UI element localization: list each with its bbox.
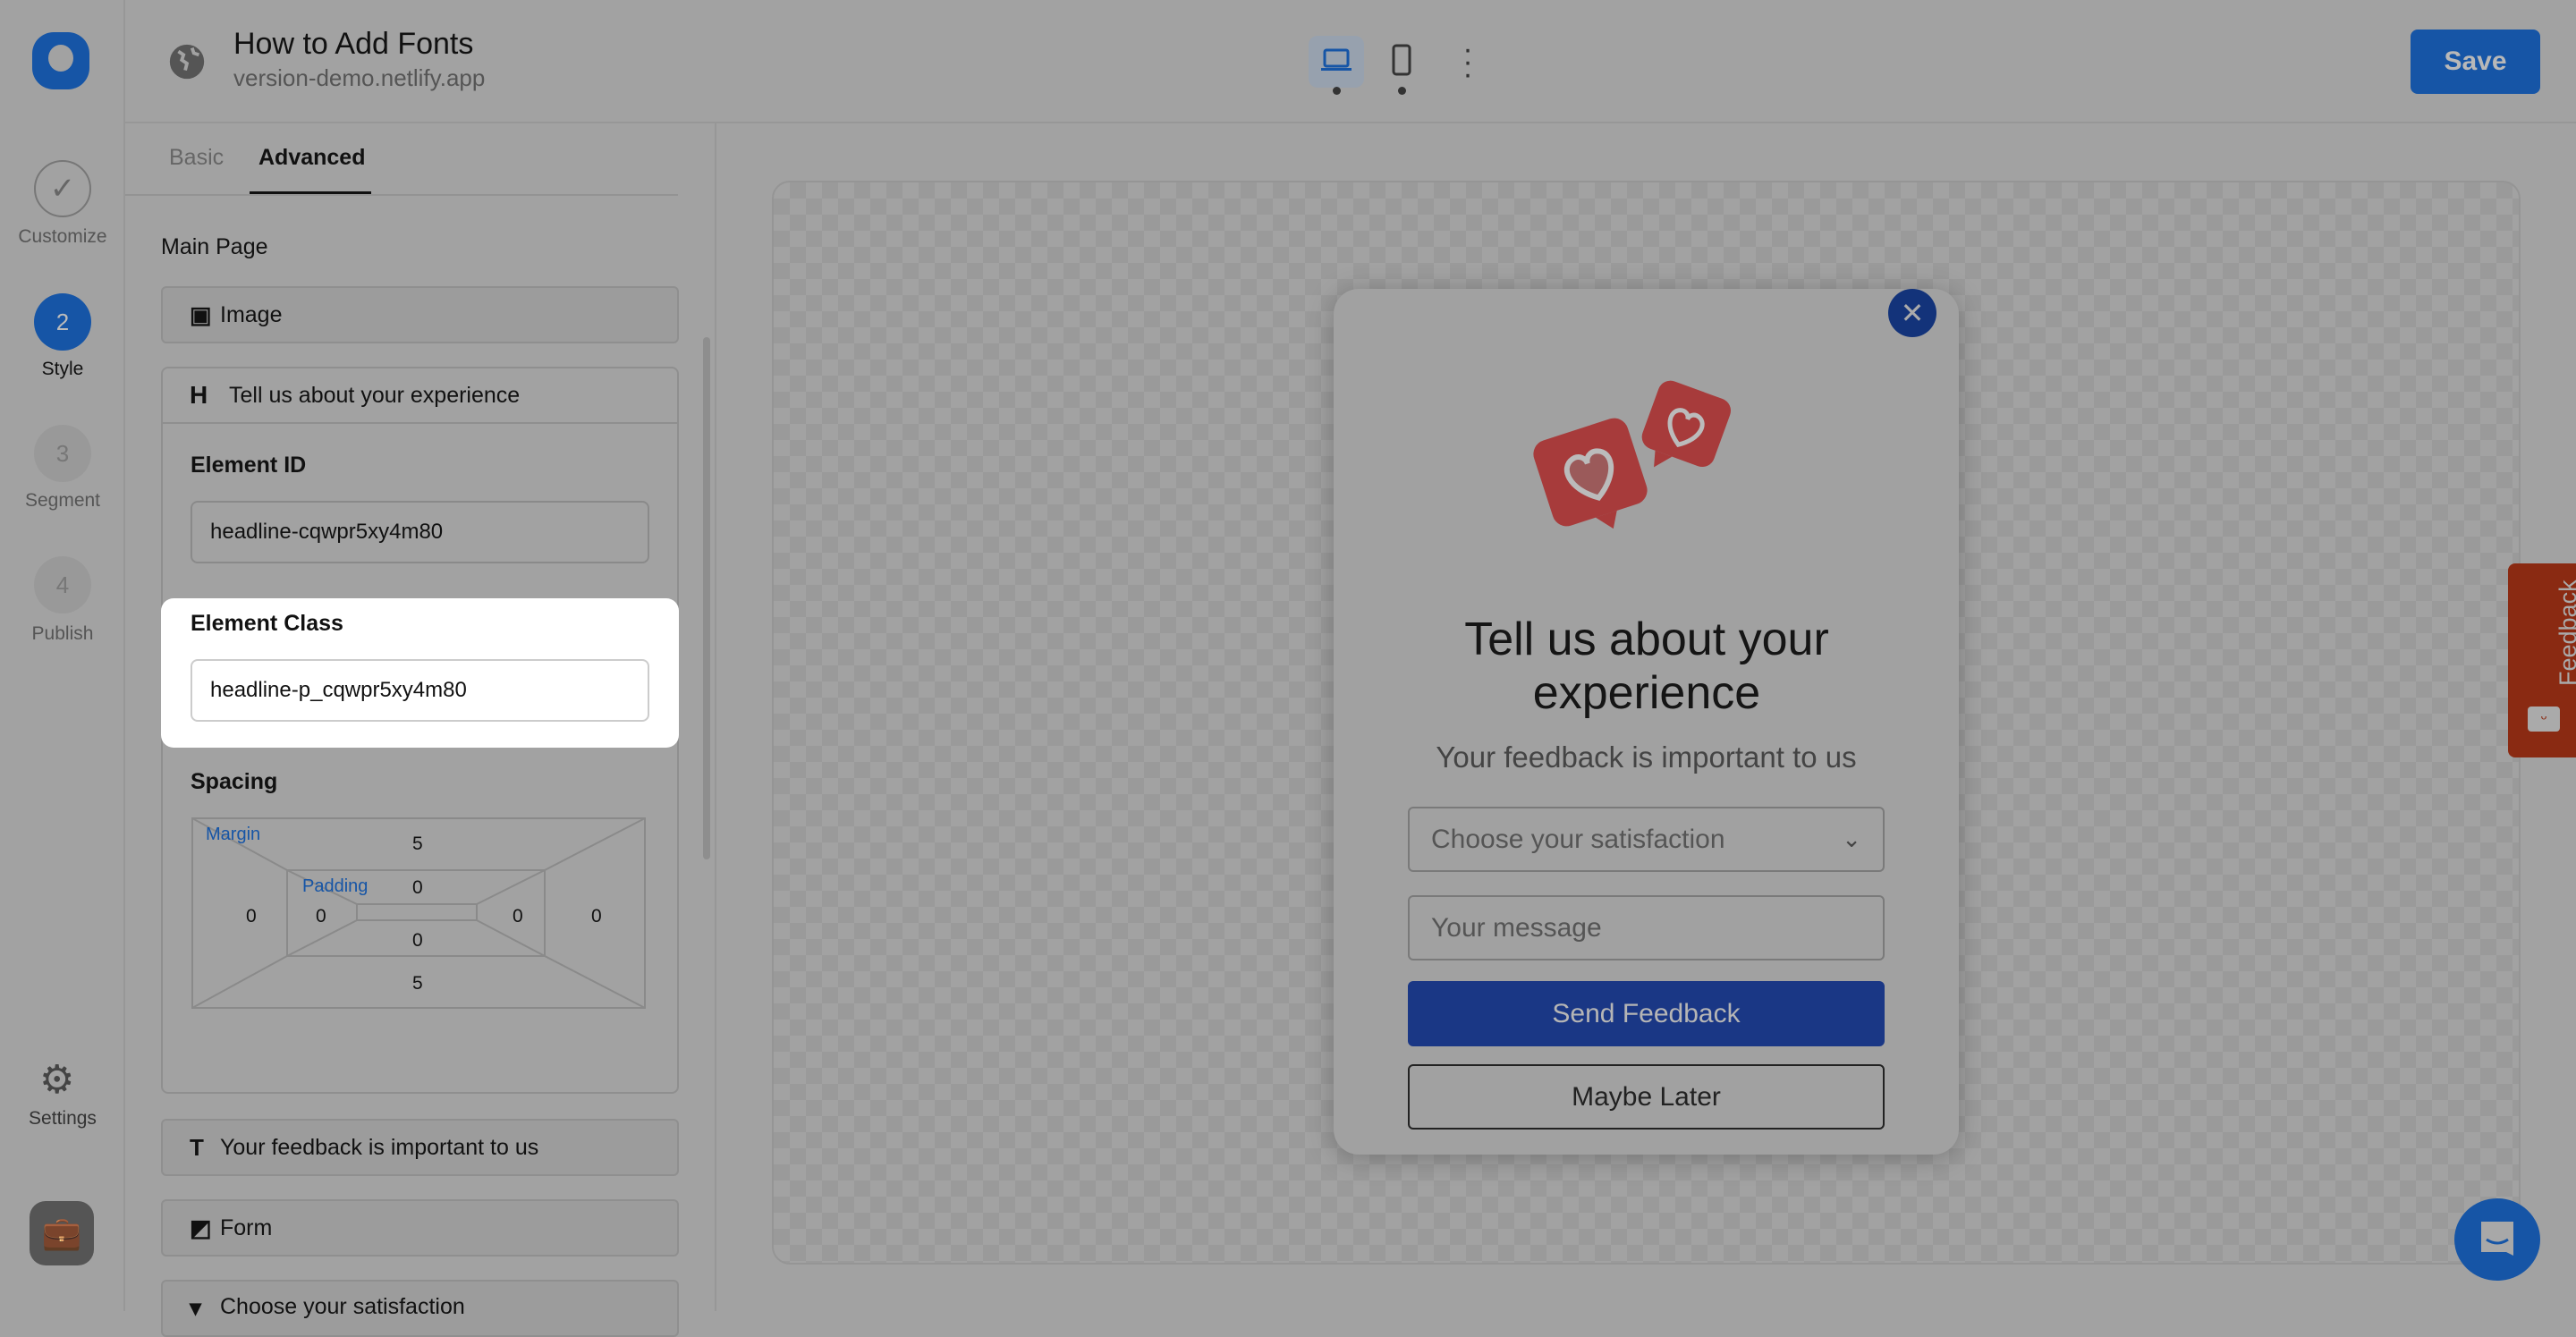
settings-label[interactable]: Settings: [0, 1108, 125, 1130]
globe-icon: [169, 44, 205, 80]
tab-basic[interactable]: Basic: [169, 145, 224, 171]
chat-icon: [2481, 1222, 2513, 1256]
mobile-dot: [1398, 87, 1406, 95]
item-form[interactable]: ◩ Form: [161, 1199, 679, 1257]
desktop-view-button[interactable]: [1309, 36, 1364, 88]
padding-left-value[interactable]: 0: [316, 906, 326, 927]
tab-advanced[interactable]: Advanced: [258, 145, 365, 171]
margin-left-value[interactable]: 0: [246, 906, 257, 927]
send-feedback-button[interactable]: Send Feedback: [1408, 981, 1885, 1046]
spacing-label: Spacing: [191, 769, 278, 794]
form-icon: ◩: [190, 1214, 212, 1241]
dropdown-icon: ▾: [190, 1294, 202, 1321]
item-dropdown[interactable]: ▾ Choose your satisfaction: [161, 1280, 679, 1337]
step-customize-label[interactable]: Customize: [0, 226, 125, 248]
text-icon: T: [190, 1133, 204, 1161]
margin-right-value[interactable]: 0: [591, 906, 602, 927]
chat-launcher-button[interactable]: [2454, 1198, 2540, 1281]
item-label: Image: [220, 301, 283, 327]
mobile-view-icon[interactable]: [1388, 43, 1415, 79]
header: How to Add Fonts version-demo.netlify.ap…: [125, 0, 2576, 123]
save-button[interactable]: Save: [2411, 30, 2540, 94]
scrollbar[interactable]: [703, 337, 710, 859]
padding-right-value[interactable]: 0: [513, 906, 523, 927]
item-label: Choose your satisfaction: [220, 1294, 465, 1319]
active-dot: [1333, 87, 1341, 95]
popup-title: Tell us about your experience: [1464, 613, 1829, 719]
maybe-later-button[interactable]: Maybe Later: [1408, 1064, 1885, 1130]
laptop-icon: [1321, 48, 1352, 71]
more-options-icon[interactable]: · · ·: [1462, 34, 1473, 89]
gear-icon[interactable]: ⚙: [39, 1057, 74, 1103]
step-style[interactable]: 2: [34, 293, 91, 351]
feedback-tab-label: Feedback: [2555, 580, 2576, 686]
element-id-input[interactable]: headline-cqwpr5xy4m80: [191, 501, 649, 563]
feedback-popup: ✕ Tell us about your experience Your fee…: [1334, 289, 1959, 1155]
element-id-label: Element ID: [191, 453, 307, 478]
element-class-input[interactable]: headline-p_cqwpr5xy4m80: [191, 659, 649, 722]
feedback-tab[interactable]: Feedback ᵕ: [2508, 563, 2576, 757]
image-icon: ▣: [190, 300, 212, 328]
section-title: Main Page: [161, 234, 268, 259]
satisfaction-select[interactable]: Choose your satisfaction ⌄: [1408, 807, 1885, 872]
item-subtitle[interactable]: T Your feedback is important to us: [161, 1119, 679, 1176]
step-customize-check-icon[interactable]: ✓: [34, 160, 91, 217]
padding-bottom-value[interactable]: 0: [412, 930, 423, 952]
step-publish-label[interactable]: Publish: [0, 623, 125, 645]
select-placeholder: Choose your satisfaction: [1431, 824, 1725, 854]
step-style-label[interactable]: Style: [0, 359, 125, 380]
popup-subtitle: Your feedback is important to us: [1436, 740, 1857, 774]
page-title: How to Add Fonts: [233, 27, 474, 61]
app-logo[interactable]: [32, 32, 89, 89]
element-class-label: Element Class: [191, 611, 343, 636]
margin-label: Margin: [206, 825, 261, 844]
margin-top-value[interactable]: 5: [412, 834, 423, 855]
heading-icon: H: [190, 381, 208, 409]
tab-divider: [125, 194, 678, 196]
item-heading[interactable]: H Tell us about your experience: [163, 368, 677, 424]
briefcase-icon[interactable]: 💼: [30, 1201, 94, 1265]
padding-label: Padding: [302, 876, 369, 896]
message-input[interactable]: Your message: [1408, 895, 1885, 960]
smiley-chat-icon: ᵕ: [2528, 707, 2560, 732]
item-label: Form: [220, 1214, 273, 1240]
site-url: version-demo.netlify.app: [233, 64, 486, 91]
left-rail: ✓ Customize 2 Style 3 Segment 4 Publish …: [0, 0, 125, 1311]
step-publish[interactable]: 4: [34, 556, 91, 613]
item-image[interactable]: ▣ Image: [161, 286, 679, 343]
chevron-down-icon: ⌄: [1842, 825, 1861, 852]
item-label: Tell us about your experience: [229, 382, 521, 408]
padding-top-value[interactable]: 0: [412, 877, 423, 899]
step-segment-label[interactable]: Segment: [0, 490, 125, 512]
hearts-image: [1533, 380, 1732, 529]
close-icon[interactable]: ✕: [1888, 289, 1936, 337]
step-segment[interactable]: 3: [34, 425, 91, 482]
item-label: Your feedback is important to us: [220, 1134, 539, 1160]
margin-bottom-value[interactable]: 5: [412, 973, 423, 994]
